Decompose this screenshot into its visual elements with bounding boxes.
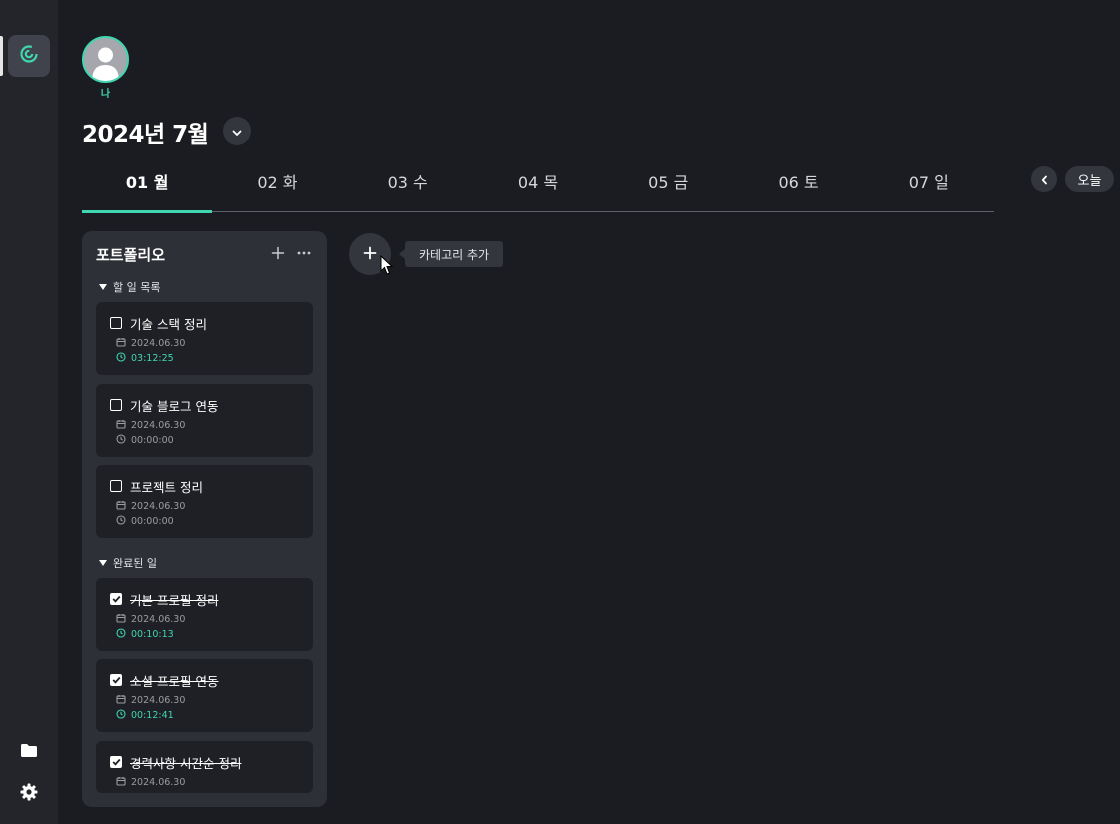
task-card[interactable]: 기본 프로필 정리 2024.06.30 00:10:13 <box>96 578 313 651</box>
task-title: 기본 프로필 정리 <box>130 593 219 608</box>
calendar-icon <box>116 500 126 513</box>
chevron-left-icon <box>1041 170 1048 189</box>
category-column: 포트폴리오 할 일 목록 기술 스택 정리 2024.06.30 03:12:2… <box>82 231 327 807</box>
task-date-text: 2024.06.30 <box>131 420 186 431</box>
add-category-tooltip: 카테고리 추가 <box>398 241 504 267</box>
today-button[interactable]: 오늘 <box>1065 166 1114 192</box>
todo-section-label: 할 일 목록 <box>113 281 161 294</box>
task-title: 기술 스택 정리 <box>130 317 207 332</box>
profile[interactable]: 나 <box>82 36 129 100</box>
triangle-down-icon <box>99 560 107 566</box>
task-timer-text: 00:10:13 <box>131 629 174 640</box>
month-title: 2024년 7월 <box>82 122 209 148</box>
task-date-text: 2024.06.30 <box>131 501 186 512</box>
day-tab-07[interactable]: 07 일 <box>864 166 994 211</box>
avatar[interactable] <box>82 36 129 83</box>
add-task-button[interactable] <box>270 245 286 261</box>
task-timer-text: 00:00:00 <box>131 435 174 446</box>
calendar-icon <box>116 337 126 350</box>
task-timer-text: 00:00:00 <box>131 516 174 527</box>
category-title: 포트폴리오 <box>96 246 166 264</box>
task-checkbox-checked[interactable] <box>110 674 122 686</box>
day-tab-01[interactable]: 01 월 <box>82 166 213 213</box>
task-title: 프로젝트 정리 <box>130 480 203 495</box>
chevron-down-icon <box>232 122 242 141</box>
week-tabs: 01 월 02 화 03 수 04 목 05 금 06 토 07 일 <box>82 166 994 213</box>
plus-icon <box>270 246 286 265</box>
more-horizontal-icon <box>296 246 312 265</box>
app-logo-icon <box>19 44 39 68</box>
done-section-toggle[interactable]: 완료된 일 <box>99 555 157 571</box>
calendar-icon <box>116 419 126 432</box>
task-checkbox[interactable] <box>110 399 122 411</box>
day-tab-02[interactable]: 02 화 <box>212 166 342 211</box>
check-icon <box>112 676 120 684</box>
task-timer: 00:10:13 <box>116 628 174 641</box>
task-timer: 00:00:00 <box>116 434 174 447</box>
calendar-icon <box>116 776 126 789</box>
day-tab-06[interactable]: 06 토 <box>733 166 863 211</box>
clock-icon <box>116 515 126 528</box>
sidebar-active-indicator <box>0 36 3 76</box>
done-section-label: 완료된 일 <box>113 557 157 570</box>
gear-icon <box>20 783 38 805</box>
task-timer-text: 00:12:41 <box>131 710 174 721</box>
clock-icon <box>116 352 126 365</box>
task-date: 2024.06.30 <box>116 613 185 626</box>
previous-week-button[interactable] <box>1031 166 1057 192</box>
mouse-cursor-icon <box>380 254 394 280</box>
task-checkbox-checked[interactable] <box>110 756 122 768</box>
task-date: 2024.06.30 <box>116 694 185 707</box>
plus-icon <box>363 245 377 264</box>
clock-icon <box>116 709 126 722</box>
task-date: 2024.06.30 <box>116 419 185 432</box>
calendar-icon <box>116 613 126 626</box>
task-card[interactable]: 기술 블로그 연동 2024.06.30 00:00:00 <box>96 384 313 457</box>
task-checkbox[interactable] <box>110 480 122 492</box>
task-checkbox[interactable] <box>110 317 122 329</box>
user-silhouette-icon <box>92 47 119 81</box>
task-timer: 00:12:41 <box>116 709 174 722</box>
task-timer: 00:00:00 <box>116 515 174 528</box>
day-tab-05[interactable]: 05 금 <box>603 166 733 211</box>
month-dropdown-button[interactable] <box>223 117 251 145</box>
home-logo-button[interactable] <box>8 35 50 77</box>
task-card[interactable]: 기술 스택 정리 2024.06.30 03:12:25 <box>96 302 313 375</box>
task-date-text: 2024.06.30 <box>131 777 186 788</box>
calendar-icon <box>116 694 126 707</box>
task-checkbox-checked[interactable] <box>110 593 122 605</box>
profile-name: 나 <box>100 89 111 100</box>
category-more-button[interactable] <box>296 245 312 261</box>
task-title: 경력사항 시간순 정리 <box>130 756 242 771</box>
clock-icon <box>116 434 126 447</box>
task-date: 2024.06.30 <box>116 776 185 789</box>
task-title: 소셜 프로필 연동 <box>130 674 219 689</box>
day-tab-04[interactable]: 04 목 <box>473 166 603 211</box>
task-date-text: 2024.06.30 <box>131 338 186 349</box>
task-card[interactable]: 경력사항 시간순 정리 2024.06.30 <box>96 741 313 793</box>
settings-button[interactable] <box>8 773 50 815</box>
clock-icon <box>116 628 126 641</box>
task-date-text: 2024.06.30 <box>131 614 186 625</box>
sidebar <box>0 0 58 824</box>
folder-button[interactable] <box>8 731 50 773</box>
check-icon <box>112 758 120 766</box>
check-icon <box>112 595 120 603</box>
todo-section-toggle[interactable]: 할 일 목록 <box>99 279 160 295</box>
task-title: 기술 블로그 연동 <box>130 399 219 414</box>
task-card[interactable]: 프로젝트 정리 2024.06.30 00:00:00 <box>96 465 313 538</box>
folder-icon <box>20 743 38 762</box>
task-card[interactable]: 소셜 프로필 연동 2024.06.30 00:12:41 <box>96 659 313 732</box>
triangle-down-icon <box>99 284 107 290</box>
task-date-text: 2024.06.30 <box>131 695 186 706</box>
task-timer-text: 03:12:25 <box>131 353 174 364</box>
day-tab-03[interactable]: 03 수 <box>343 166 473 211</box>
task-timer: 03:12:25 <box>116 352 174 365</box>
task-date: 2024.06.30 <box>116 337 185 350</box>
task-date: 2024.06.30 <box>116 500 185 513</box>
